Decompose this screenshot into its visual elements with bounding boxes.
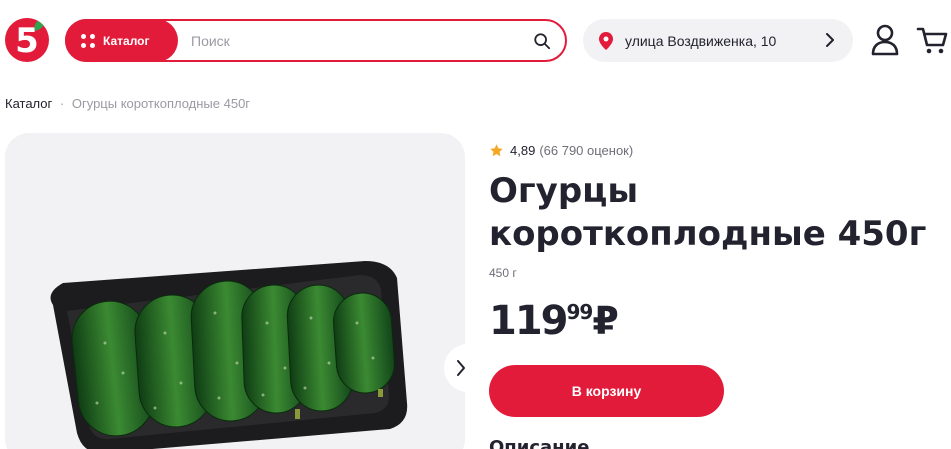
add-to-cart-button[interactable]: В корзину [489,365,724,417]
product-weight: 450 г [489,266,517,280]
product-image [50,261,408,449]
chevron-right-icon [826,33,834,47]
breadcrumb-current: Огурцы короткоплодные 450г [71,96,251,111]
price-rubles: 119 [489,298,568,344]
search-icon[interactable] [533,32,551,50]
product-image-card [5,133,465,449]
description-heading: Описание [489,437,590,449]
product-title: Огурцы короткоплодные 450г [489,171,927,254]
catalog-button[interactable]: Каталог [65,19,178,62]
breadcrumb-catalog-link[interactable]: Каталог [5,96,52,111]
location-pin-icon [599,31,613,50]
rating-score: 4,89 [510,143,536,158]
price-currency: ₽ [592,299,619,343]
product-price: 11999₽ [489,300,619,342]
delivery-address-text: улица Воздвиженка, 10 [625,32,777,49]
delivery-address-button[interactable]: улица Воздвиженка, 10 [583,19,853,62]
catalog-button-label: Каталог [103,33,150,48]
rating-count[interactable]: (66 790 оценок) [539,143,633,158]
search-bar: Каталог [65,19,567,62]
user-icon[interactable] [870,24,900,56]
search-input[interactable] [191,29,521,53]
breadcrumb-separator: · [59,96,65,111]
product-rating: 4,89 (66 790 оценок) [489,143,633,158]
chevron-right-icon [457,360,465,376]
catalog-grid-icon [81,33,95,48]
cart-icon[interactable] [916,26,948,56]
star-icon [490,144,503,157]
logo[interactable]: 5 [5,18,49,62]
price-kopecks: 99 [566,300,594,324]
logo-leaf [31,18,48,31]
breadcrumb: Каталог · Огурцы короткоплодные 450г [5,96,250,111]
